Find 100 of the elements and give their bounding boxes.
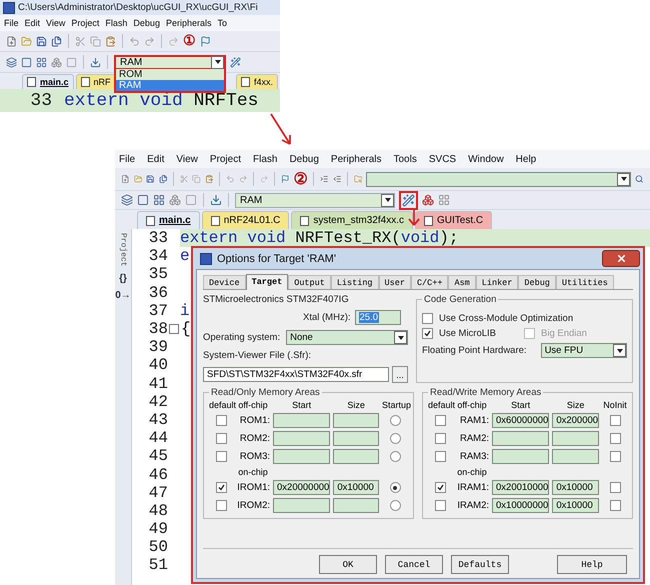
load-icon[interactable] [210, 194, 222, 206]
default-checkbox[interactable] [434, 451, 446, 462]
menu-item[interactable]: Debug [133, 18, 160, 28]
fold-icon[interactable] [169, 324, 179, 334]
menu-item[interactable]: Edit [147, 154, 164, 164]
size-field[interactable]: 0x200000 [552, 413, 600, 428]
dialog-tab[interactable]: Utilities [556, 275, 614, 289]
dialog-tab[interactable]: User [378, 275, 411, 289]
start-field[interactable]: 0x20000000 [273, 480, 330, 495]
file-tab[interactable]: GUITest.C [414, 211, 492, 229]
copy-icon[interactable] [90, 36, 101, 46]
size-field[interactable] [333, 498, 379, 513]
new-file-icon[interactable] [121, 173, 130, 185]
undo-icon[interactable] [226, 173, 235, 185]
option-checkbox[interactable] [422, 313, 433, 324]
menu-item[interactable]: Help [516, 154, 536, 164]
default-checkbox[interactable] [216, 415, 226, 426]
dialog-tab[interactable]: Debug [518, 275, 556, 289]
menu-item[interactable]: Window [468, 154, 504, 164]
start-field[interactable]: 0x20010000 [492, 480, 550, 495]
default-checkbox[interactable] [216, 433, 226, 444]
file-tab[interactable]: main.c [137, 211, 200, 229]
redo-icon[interactable] [144, 36, 155, 46]
outdent-icon[interactable] [332, 173, 342, 185]
browse-button[interactable]: ... [392, 366, 408, 383]
size-field[interactable] [552, 431, 600, 446]
default-checkbox[interactable] [434, 433, 446, 444]
panel-tab[interactable]: 0→ [115, 290, 131, 301]
redo-icon[interactable] [238, 173, 248, 185]
start-field[interactable] [273, 413, 330, 428]
start-field[interactable]: 0x10000000 [492, 498, 550, 513]
size-field[interactable] [552, 449, 600, 464]
option-checkbox[interactable] [422, 328, 433, 339]
dialog-tab[interactable]: C/C++ [410, 275, 448, 289]
close-icon[interactable] [618, 255, 624, 262]
load-icon[interactable] [90, 56, 101, 68]
noinit-checkbox[interactable] [610, 433, 621, 444]
size-field[interactable]: 0x10000 [552, 480, 600, 495]
panel-tab[interactable]: {} [119, 272, 127, 284]
menu-item[interactable]: To [217, 18, 227, 28]
startup-radio[interactable] [390, 433, 400, 444]
default-checkbox[interactable] [216, 500, 226, 511]
default-checkbox[interactable] [434, 415, 446, 426]
cut-icon[interactable] [75, 36, 86, 46]
size-field[interactable] [333, 449, 379, 464]
start-field[interactable] [273, 431, 330, 446]
menu-item[interactable]: Tools [394, 154, 417, 164]
flag-icon[interactable] [280, 173, 290, 185]
menu-item[interactable]: SVCS [428, 154, 456, 164]
startup-radio[interactable] [390, 482, 400, 493]
menu-item[interactable]: Edit [24, 18, 40, 28]
dialog-button[interactable]: Defaults [451, 555, 509, 574]
menu-item[interactable]: Peripherals [166, 18, 212, 28]
menu-item[interactable]: Project [210, 154, 241, 164]
cut-icon[interactable] [180, 173, 188, 185]
dialog-button[interactable]: OK [319, 555, 377, 574]
size-field[interactable] [333, 431, 379, 446]
start-field[interactable]: 0x60000000 [492, 413, 550, 428]
start-field[interactable] [273, 498, 330, 513]
xtal-field[interactable]: 25.0 [354, 310, 400, 325]
noinit-checkbox[interactable] [610, 500, 621, 511]
undo-icon[interactable] [129, 36, 140, 46]
dialog-tab[interactable]: Linker [476, 275, 518, 289]
file-tab[interactable]: system_stm32f4xx.c [291, 211, 413, 229]
fpu-dropdown[interactable]: Use FPU [540, 343, 627, 358]
noinit-checkbox[interactable] [610, 415, 621, 426]
menu-item[interactable]: File [119, 154, 136, 164]
menu-item[interactable]: Flash [252, 154, 278, 164]
options-button[interactable] [399, 190, 418, 210]
file-tab[interactable]: nRF24L01.C [202, 211, 290, 229]
new-file-icon[interactable] [6, 36, 17, 46]
save-all-icon[interactable] [51, 36, 62, 46]
startup-radio[interactable] [390, 415, 400, 426]
target-dropdown[interactable]: RAM [235, 192, 395, 208]
dialog-tab[interactable]: Target [246, 274, 288, 290]
close-button[interactable] [602, 250, 640, 267]
file-tab[interactable]: nRF [76, 74, 116, 89]
start-field[interactable] [273, 449, 330, 464]
menu-item[interactable]: Flash [105, 18, 128, 28]
paste-icon[interactable] [105, 36, 116, 46]
copy-icon[interactable] [192, 173, 201, 185]
default-checkbox[interactable] [434, 500, 446, 511]
default-checkbox[interactable] [216, 451, 226, 462]
dialog-tab[interactable]: Device [203, 275, 246, 289]
indent-icon[interactable] [320, 173, 329, 185]
start-field[interactable] [492, 431, 550, 446]
startup-radio[interactable] [390, 500, 400, 511]
file-tab[interactable]: f4xx. [236, 74, 278, 89]
save-all-icon[interactable] [158, 173, 168, 185]
save-icon[interactable] [146, 173, 155, 185]
menu-item[interactable]: Peripherals [330, 154, 382, 164]
dialog-button[interactable]: Help [557, 555, 627, 574]
search-icon[interactable] [635, 173, 644, 185]
default-checkbox[interactable] [216, 482, 226, 493]
flag-icon[interactable] [200, 36, 211, 46]
dialog-tab[interactable]: Output [288, 275, 331, 289]
os-dropdown[interactable]: None [286, 330, 408, 345]
dropdown-option[interactable]: ROM [116, 68, 224, 80]
dropdown-option[interactable]: RAM [116, 80, 224, 90]
default-checkbox[interactable] [434, 482, 446, 493]
